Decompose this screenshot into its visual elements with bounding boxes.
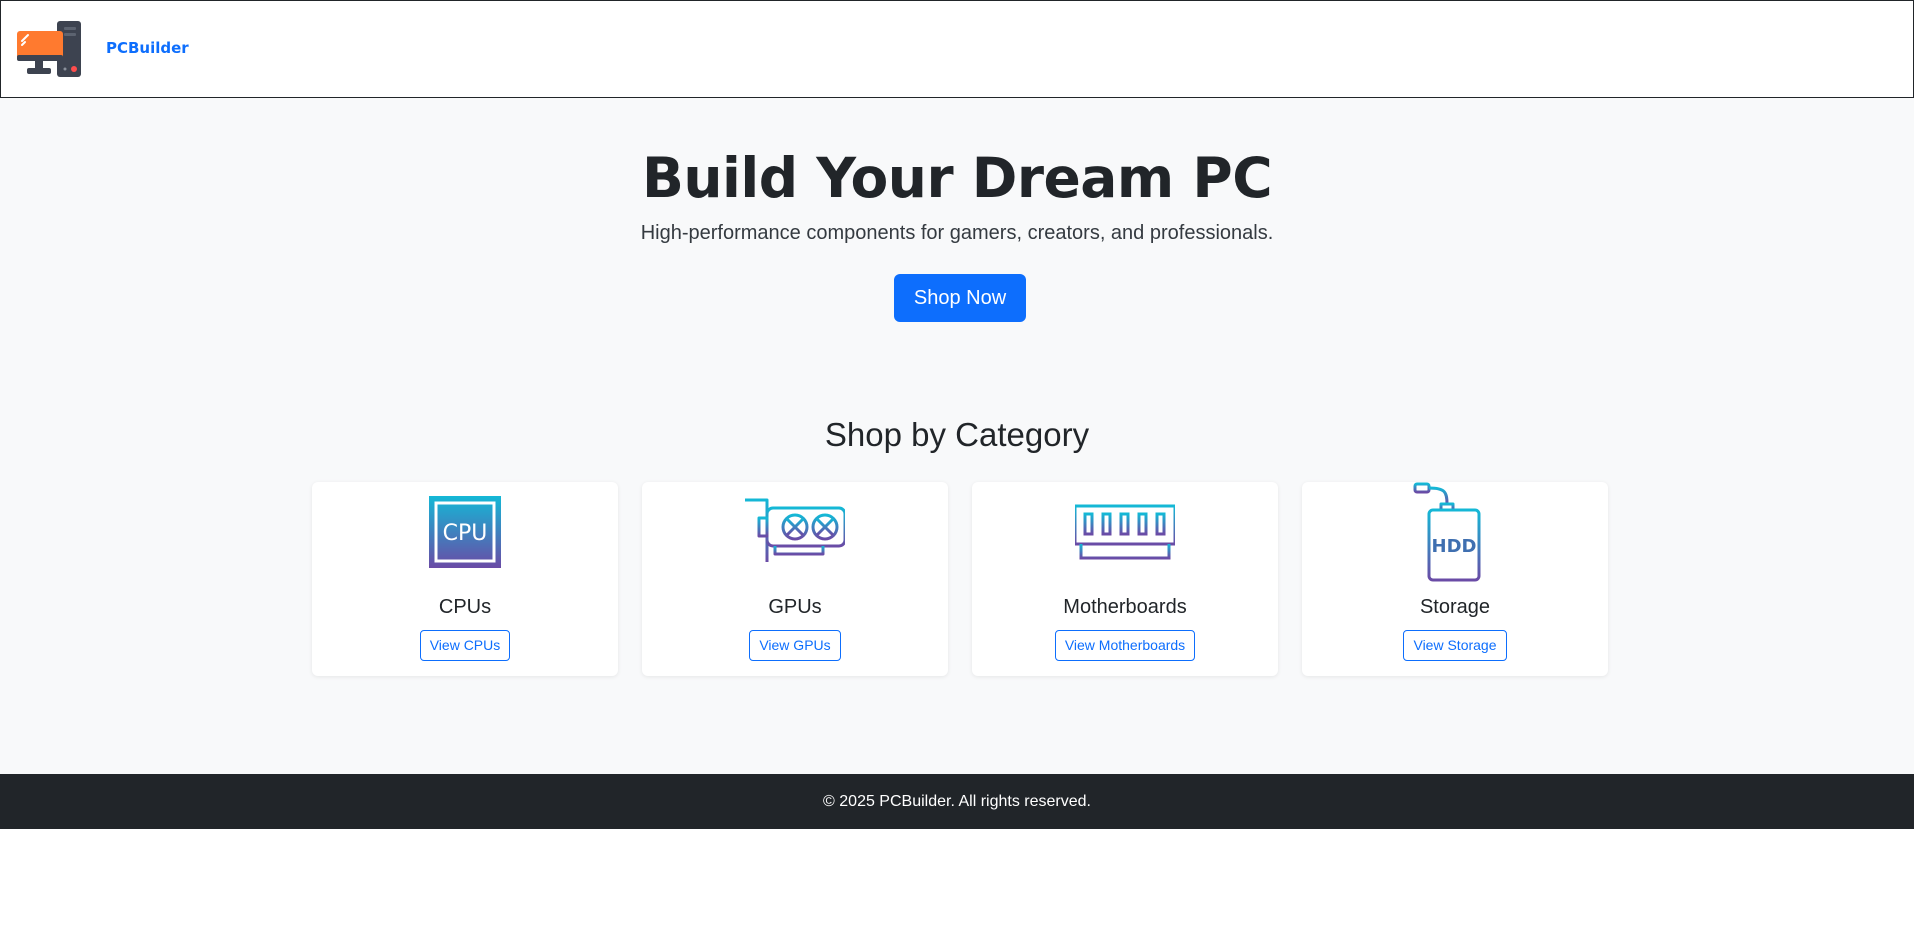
main-content: Build Your Dream PC High-performance com… xyxy=(0,98,1914,774)
footer-copyright: © 2025 PCBuilder. All rights reserved. xyxy=(823,793,1091,810)
hero-title: Build Your Dream PC xyxy=(641,146,1273,210)
cpu-chip-icon: CPU xyxy=(415,482,515,582)
view-storage-button[interactable]: View Storage xyxy=(1403,630,1507,661)
category-card-motherboards: Motherboards View Motherboards xyxy=(972,482,1278,676)
category-name: GPUs xyxy=(768,596,822,618)
graphics-card-icon xyxy=(745,498,845,562)
category-name: CPUs xyxy=(438,596,492,618)
footer: © 2025 PCBuilder. All rights reserved. xyxy=(0,774,1914,829)
shop-now-button[interactable]: Shop Now xyxy=(894,274,1026,322)
hdd-icon-text: HDD xyxy=(1432,536,1477,557)
category-section-title: Shop by Category xyxy=(824,416,1090,453)
view-motherboards-button[interactable]: View Motherboards xyxy=(1054,630,1196,661)
hard-drive-icon: HDD xyxy=(1413,482,1481,582)
cpu-icon-text: CPU xyxy=(443,521,488,546)
hero-subtitle: High-performance components for gamers, … xyxy=(640,222,1274,244)
brand-name-link[interactable]: PCBuilder xyxy=(106,39,189,57)
category-card-gpus: GPUs View GPUs xyxy=(642,482,948,676)
category-card-cpus: CPU CPUs View CPUs xyxy=(312,482,618,676)
view-cpus-button[interactable]: View CPUs xyxy=(419,630,511,661)
category-name: Storage xyxy=(1419,596,1491,618)
desktop-computer-icon[interactable] xyxy=(17,21,83,79)
view-gpus-button[interactable]: View GPUs xyxy=(749,630,841,661)
navbar: PCBuilder xyxy=(0,0,1914,98)
category-name: Motherboards xyxy=(1063,596,1187,618)
category-card-storage: HDD Storage View Storage xyxy=(1302,482,1608,676)
memory-module-icon xyxy=(1075,504,1175,560)
